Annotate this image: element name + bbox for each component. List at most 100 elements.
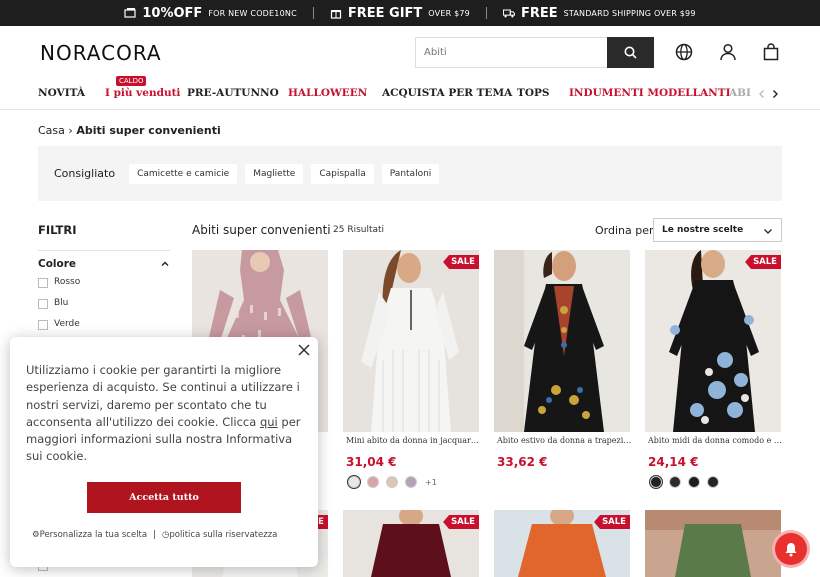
color-swatch[interactable] — [688, 476, 700, 488]
filter-option-blu[interactable]: Blu — [54, 298, 68, 308]
cookie-footer: ⚙Personalizza la tua scelta | ◷politica … — [32, 530, 277, 540]
cookie-text: Utilizziamo i cookie per garantirti la m… — [26, 362, 308, 466]
product-price: 24,14 € — [648, 455, 699, 469]
product-card[interactable] — [645, 510, 781, 577]
promo-shipping-big: FREE — [520, 5, 558, 21]
product-card[interactable] — [494, 250, 630, 432]
site-logo[interactable]: NORACORA — [40, 41, 162, 65]
filter-option-rosso[interactable]: Rosso — [54, 277, 80, 287]
chip-magliette[interactable]: Magliette — [245, 163, 304, 184]
product-name[interactable]: Abito midi da donna comodo e ca... — [648, 436, 784, 445]
product-name[interactable]: Abito estivo da donna a trapezio, ... — [497, 436, 633, 445]
color-swatch[interactable] — [367, 476, 379, 488]
privacy-label: politica sulla riservatezza — [169, 530, 278, 540]
chip-camicette[interactable]: Camicette e camicie — [129, 163, 238, 184]
customize-label: Personalizza la tua scelta — [39, 530, 148, 540]
chat-button[interactable] — [775, 533, 807, 565]
nav-item-tema[interactable]: ACQUISTA PER TEMA — [382, 87, 512, 99]
color-swatch[interactable] — [650, 476, 662, 488]
color-swatch[interactable] — [386, 476, 398, 488]
breadcrumb-home[interactable]: Casa — [38, 124, 65, 137]
promo-shipping[interactable]: FREE STANDARD SHIPPING OVER $99 — [487, 6, 712, 21]
customize-link[interactable]: ⚙Personalizza la tua scelta — [32, 530, 147, 540]
chip-capispalla[interactable]: Capispalla — [311, 163, 374, 184]
product-card[interactable]: SALE — [343, 250, 479, 432]
nav-next-icon[interactable] — [770, 89, 780, 99]
sale-badge: SALE — [745, 255, 781, 269]
footer-divider: | — [153, 530, 156, 540]
checkbox-verde[interactable] — [38, 320, 48, 330]
nav-item-bestsellers[interactable]: I più venduti — [105, 87, 180, 99]
product-card[interactable]: SALE — [645, 250, 781, 432]
sale-badge: SALE — [594, 515, 630, 529]
site-header: NORACORA — [0, 26, 820, 80]
nav-item-pre-autunno[interactable]: PRE-AUTUNNO — [187, 87, 279, 99]
search-icon — [624, 46, 637, 59]
nav-item-abiti[interactable]: ABI — [729, 87, 751, 99]
recommended-label: Consigliato — [54, 167, 116, 180]
promo-gift[interactable]: FREE GIFT OVER $79 — [314, 6, 486, 21]
breadcrumb: Casa › Abiti super convenienti — [38, 124, 221, 137]
search-bar — [415, 37, 654, 68]
results-count: 25 Risultati — [333, 225, 385, 235]
filters-title: FILTRI — [38, 223, 77, 237]
account-icon[interactable] — [719, 43, 737, 61]
promo-gift-big: FREE GIFT — [347, 5, 423, 21]
gear-icon: ⚙ — [32, 530, 40, 540]
cookie-banner: Utilizziamo i cookie per garantirti la m… — [10, 337, 318, 567]
sale-badge: SALE — [443, 255, 479, 269]
nav-prev-icon[interactable] — [757, 89, 767, 99]
sort-label: Ordina per — [595, 224, 654, 237]
more-colors[interactable]: +1 — [425, 478, 437, 487]
promo-bar: 10%OFF FOR NEW CODE10NC FREE GIFT OVER $… — [0, 0, 820, 26]
close-icon[interactable] — [298, 344, 310, 356]
nav-item-modellanti[interactable]: INDUMENTI MODELLANTI — [569, 87, 731, 99]
bell-icon — [785, 543, 797, 557]
checkbox-blu[interactable] — [38, 299, 48, 309]
results-title: Abiti super convenienti — [192, 223, 331, 237]
recommended-bar: Consigliato Camicette e camicie Magliett… — [38, 146, 782, 201]
cart-icon[interactable] — [762, 43, 780, 61]
nav-item-novita[interactable]: NOVITÀ — [38, 87, 85, 99]
chip-pantaloni[interactable]: Pantaloni — [381, 163, 440, 184]
product-image — [645, 250, 781, 432]
privacy-link[interactable]: ◷politica sulla riservatezza — [162, 530, 277, 540]
sort-value: Le nostre scelte — [662, 225, 744, 235]
nav-item-halloween[interactable]: HALLOWEEN — [288, 87, 367, 99]
product-price: 33,62 € — [497, 455, 548, 469]
filter-option-verde[interactable]: Verde — [54, 319, 80, 329]
truck-icon — [502, 9, 515, 18]
product-name[interactable]: Mini abito da donna in jacquard, ... — [346, 436, 482, 445]
gift-icon — [330, 10, 341, 19]
sort-select[interactable]: Le nostre scelte — [653, 218, 782, 242]
search-button[interactable] — [607, 37, 654, 68]
breadcrumb-current: Abiti super convenienti — [76, 124, 221, 137]
filters-divider — [38, 250, 170, 251]
color-swatch[interactable] — [348, 476, 360, 488]
cookie-text-start: Utilizziamo i cookie per garantirti la m… — [26, 363, 300, 429]
nav-item-tops[interactable]: TOPS — [517, 87, 549, 99]
promo-discount-big: 10%OFF — [142, 5, 203, 21]
promo-discount[interactable]: 10%OFF FOR NEW CODE10NC — [108, 6, 312, 21]
product-card[interactable]: SALE — [494, 510, 630, 577]
checkbox-rosso[interactable] — [38, 278, 48, 288]
chevron-down-icon — [764, 229, 772, 234]
accept-all-button[interactable]: Accetta tutto — [87, 482, 241, 513]
promo-shipping-small: STANDARD SHIPPING OVER $99 — [563, 8, 696, 18]
filter-group-colore[interactable]: Colore — [38, 258, 76, 270]
chevron-up-icon[interactable] — [160, 259, 170, 269]
hot-badge: CALDO — [116, 76, 147, 86]
search-input[interactable] — [416, 38, 607, 67]
color-swatch[interactable] — [405, 476, 417, 488]
color-swatch[interactable] — [669, 476, 681, 488]
ticket-icon — [124, 8, 136, 18]
cookie-link[interactable]: qui — [260, 415, 278, 429]
product-price: 31,04 € — [346, 455, 397, 469]
product-image — [343, 250, 479, 432]
product-image — [494, 250, 630, 432]
color-swatch[interactable] — [707, 476, 719, 488]
globe-icon[interactable] — [675, 43, 693, 61]
promo-discount-small: FOR NEW CODE10NC — [208, 8, 297, 18]
product-card[interactable]: SALE — [343, 510, 479, 577]
product-image — [645, 510, 781, 577]
